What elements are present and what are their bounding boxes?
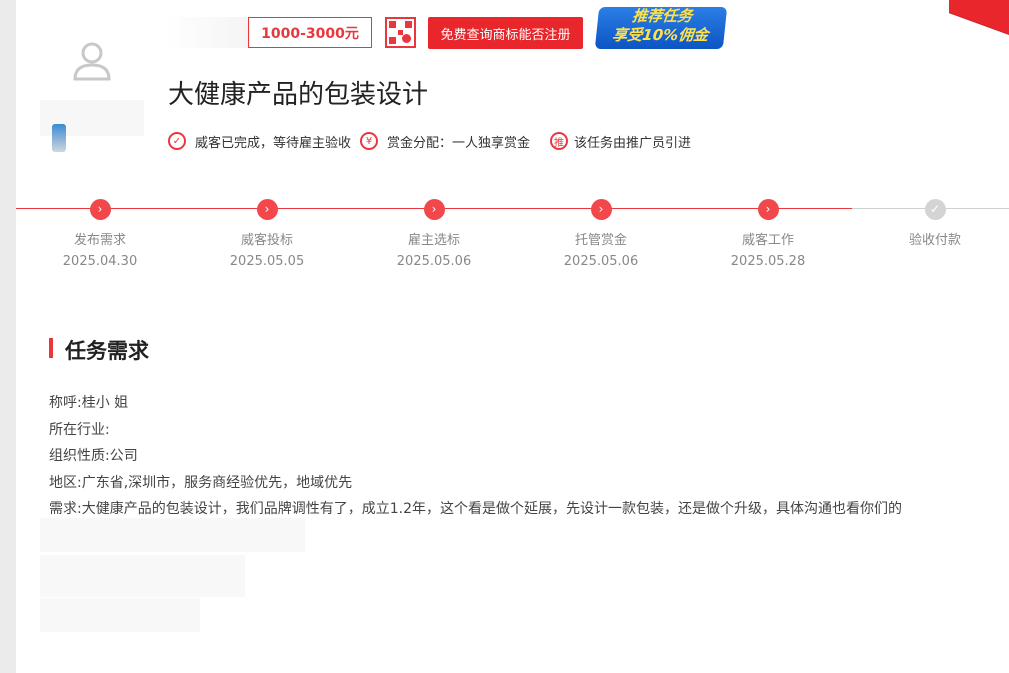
section-title: 任务需求 [65, 339, 149, 363]
progress-step-label: 发布需求 [73, 233, 126, 248]
progress-step-date: 2025.05.06 [396, 254, 472, 269]
user-avatar-icon [73, 42, 111, 81]
req-line: 组织性质:公司 [49, 448, 138, 464]
check-circle-icon: ✓ [168, 132, 186, 150]
chevron-right-icon: › [590, 199, 612, 220]
task-status-row: ✓ 威客已完成，等待雇主验收 ¥ 赏金分配：一人独享赏金 推 该任务由推广员引进 [168, 130, 691, 152]
section-accent-bar [49, 338, 53, 358]
progress-step-label: 雇主选标 [407, 233, 460, 248]
chevron-right-icon: › [89, 199, 111, 220]
progress-step-label: 托管赏金 [574, 233, 627, 248]
promoter-text: 该任务由推广员引进 [574, 135, 692, 151]
blurred-content [40, 555, 245, 597]
qr-code-icon[interactable] [385, 17, 416, 48]
corner-ribbon[interactable] [949, 0, 1009, 40]
progress-step: › 发布需求 2025.04.30 [40, 199, 160, 269]
blurred-content [40, 598, 200, 632]
banner-line1: 推荐任务 [631, 7, 694, 25]
requirements-text: 称呼:桂小 姐 所在行业: 组织性质:公司 地区:广东省,深圳市，服务商经验优先… [49, 390, 902, 523]
progress-step-label: 威客工作 [741, 233, 794, 248]
progress-step: › 威客工作 2025.05.28 [708, 199, 828, 269]
progress-step: › 雇主选标 2025.05.06 [374, 199, 494, 269]
progress-step-date: 2025.05.28 [730, 254, 806, 269]
chevron-right-icon: › [423, 199, 445, 220]
blurred-content [40, 518, 305, 552]
req-line: 所在行业: [49, 421, 110, 438]
task-title: 大健康产品的包装设计 [168, 80, 429, 110]
req-line: 地区:广东省,深圳市，服务商经验优先，地域优先 [49, 474, 353, 491]
promote-circle-icon: 推 [550, 132, 569, 150]
progress-step-date: 2025.05.06 [563, 254, 639, 269]
reward-allocation: 赏金分配：一人独享赏金 [387, 135, 531, 151]
recommend-task-banner[interactable]: 推荐任务 享受10%佣金 [594, 7, 728, 49]
yen-circle-icon: ¥ [360, 132, 379, 150]
progress-step-date: 2025.05.05 [229, 254, 305, 269]
status-completed: 威客已完成，等待雇主验收 [195, 135, 352, 151]
check-icon: ✓ [924, 199, 946, 220]
banner-line2: 享受10%佣金 [611, 26, 710, 44]
progress-step-date: 2025.04.30 [62, 254, 138, 269]
progress-step: › 威客投标 2025.05.05 [207, 199, 327, 269]
progress-step-label: 威客投标 [240, 233, 293, 248]
progress-step: › 托管赏金 2025.05.06 [541, 199, 661, 269]
price-range-badge: 1000-3000元 [248, 17, 372, 48]
price-fade [164, 17, 250, 48]
req-line: 称呼:桂小 姐 [49, 395, 129, 411]
progress-step: ✓ 验收付款 [875, 199, 995, 248]
trademark-check-button[interactable]: 免费查询商标能否注册 [428, 17, 583, 49]
progress-step-label: 验收付款 [908, 233, 961, 248]
chevron-right-icon: › [757, 199, 779, 220]
chevron-right-icon: › [256, 199, 278, 220]
phone-verified-icon [52, 124, 66, 152]
